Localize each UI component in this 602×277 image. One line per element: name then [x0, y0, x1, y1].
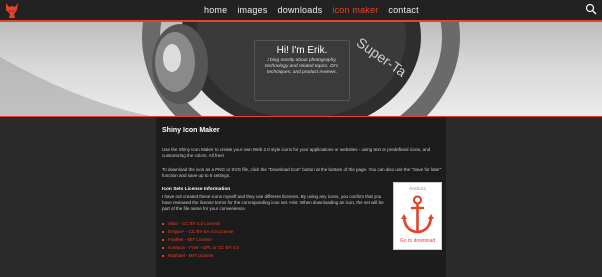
hero-title: Hi! I'm Erik.	[276, 45, 328, 56]
license-link-allan[interactable]: Allan - CC BY 4.0 License	[162, 220, 239, 228]
license-link-feather[interactable]: Feather - MIT License	[162, 236, 239, 244]
anchor-icon	[401, 195, 434, 234]
fox-logo-icon[interactable]	[3, 1, 20, 19]
download-info-text: To download the icon as a PNG or SVG fil…	[162, 167, 442, 178]
license-link-raphael[interactable]: Raphael - MIT License	[162, 252, 239, 260]
intro-text: Use the Shiny Icon Maker to create your …	[162, 147, 431, 158]
preview-title: Anchor2	[409, 186, 426, 191]
page-title: Shiny Icon Maker	[162, 127, 220, 134]
license-link-entypo[interactable]: Entypo+ - CC BY-SA 4.0 License	[162, 228, 239, 236]
search-icon[interactable]	[585, 3, 597, 15]
nav-downloads[interactable]: downloads	[278, 3, 323, 17]
go-to-download-link[interactable]: Go to download	[394, 238, 441, 244]
nav-home[interactable]: home	[204, 3, 227, 17]
license-heading: Icon Sets License Information	[162, 187, 231, 192]
license-list: Allan - CC BY 4.0 License Entypo+ - CC B…	[162, 220, 239, 260]
top-navigation-bar: home images downloads icon maker contact	[0, 0, 602, 20]
license-text: I have not created these icons myself an…	[162, 194, 384, 211]
hero-subtitle: I blog mostly about photography, technol…	[265, 58, 339, 76]
nav-images[interactable]: images	[237, 3, 267, 17]
icon-preview-card[interactable]: Anchor2 Go to download	[393, 182, 442, 250]
nav-icon-maker[interactable]: icon maker	[332, 3, 378, 17]
main-nav: home images downloads icon maker contact	[204, 3, 429, 17]
intro-card: Hi! I'm Erik. I blog mostly about photog…	[254, 40, 350, 101]
nav-contact[interactable]: contact	[388, 3, 418, 17]
license-link-icomoon[interactable]: IcoMoon - Free - GPL or CC BY 4.0	[162, 244, 239, 252]
